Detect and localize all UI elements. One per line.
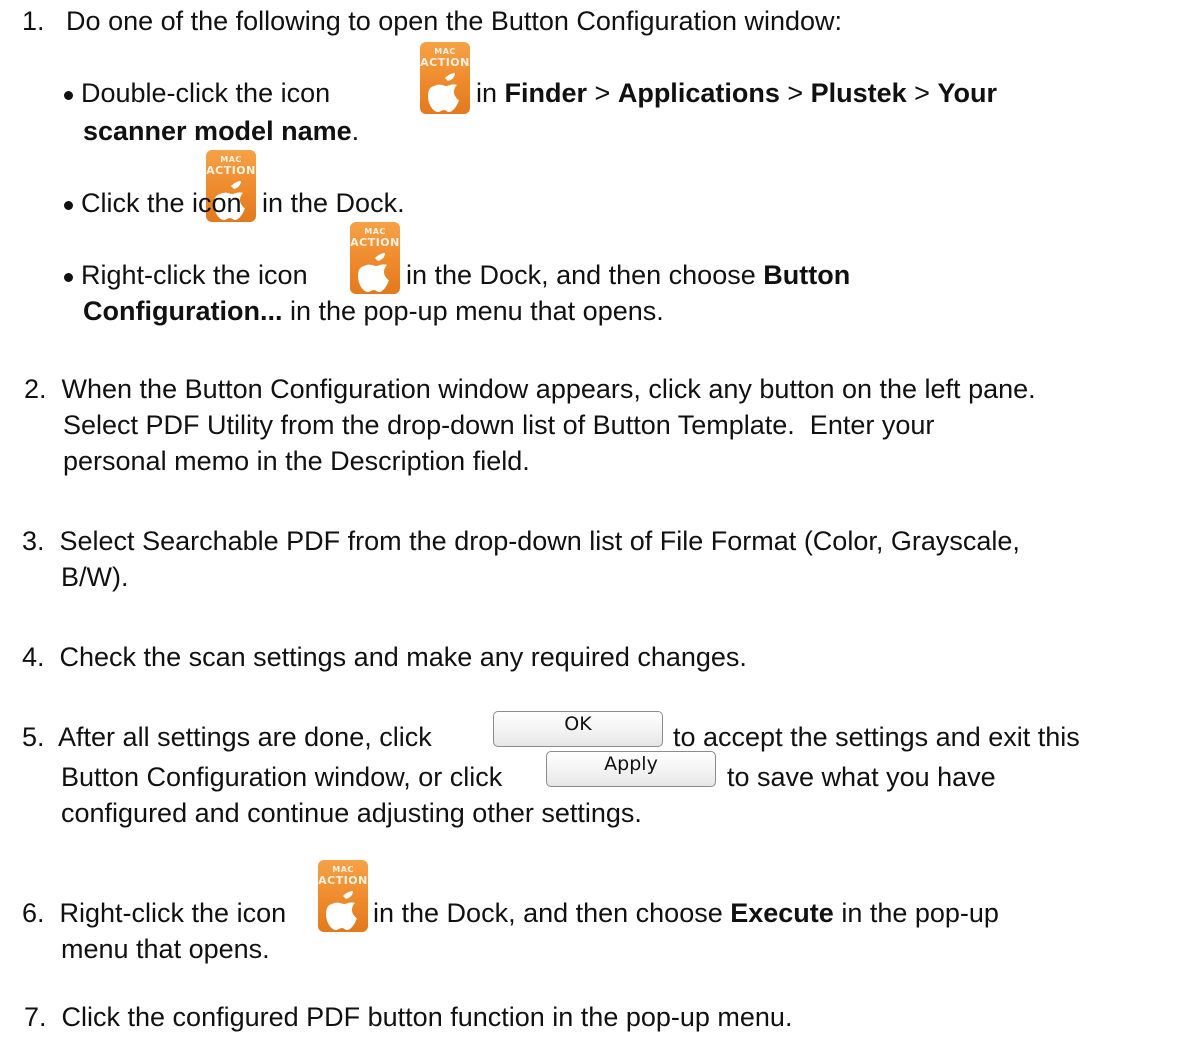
step1-bullet-3-post: in the Dock, and then choose Button (406, 258, 850, 292)
apple-glyph (428, 73, 459, 112)
step1-bullet-1: Double-click the icon (64, 76, 330, 110)
icon-label-action: ACTION (206, 164, 256, 177)
step6-execute: Execute (730, 898, 834, 928)
apple-glyph (326, 891, 357, 930)
step5-line1-pre: 5. After all settings are done, click (22, 722, 432, 752)
step6-post: in the pop-up (833, 898, 999, 928)
step1-bullet-3-cont: Configuration... in the pop-up menu that… (83, 294, 664, 328)
ok-button-label: OK (564, 713, 592, 735)
b1-in: in (476, 78, 505, 108)
b1-gt2: > (779, 78, 811, 108)
b2-pre: Click the icon (81, 188, 242, 218)
step7-line1: 7. Click the configured PDF button funct… (24, 1002, 793, 1032)
bullet-dot (64, 201, 73, 210)
b1-plustek: Plustek (810, 78, 907, 108)
bullet-dot (64, 273, 73, 282)
step3-line1: 3. Select Searchable PDF from the drop-d… (22, 526, 1020, 556)
b3-post: in the Dock, and then choose (406, 260, 764, 290)
apply-button[interactable]: Apply (546, 751, 716, 787)
apply-button-label: Apply (604, 753, 658, 775)
icon-label-action: ACTION (350, 236, 400, 249)
bullet-dot (64, 91, 73, 100)
step5-line1-post: to accept the settings and exit this (673, 722, 1080, 752)
icon-label-action: ACTION (420, 56, 470, 69)
apple-glyph (358, 253, 389, 292)
b1-gt3: > (906, 78, 938, 108)
step1-bullet-1-path: in Finder > Applications > Plustek > You… (476, 76, 997, 110)
step1-heading: 1. Do one of the following to open the B… (22, 4, 842, 38)
b3-button: Button (763, 260, 851, 290)
step4-line1: 4. Check the scan settings and make any … (22, 642, 747, 672)
ok-button[interactable]: OK (493, 711, 663, 747)
icon-label-mac: MAC (434, 47, 456, 56)
step1-bullet-3: Right-click the icon (64, 258, 308, 292)
step1-number: 1. (22, 6, 45, 36)
b1-end: . (351, 116, 360, 146)
step1-text: Do one of the following to open the Butt… (66, 6, 843, 36)
icon-label-action: ACTION (318, 874, 368, 887)
step1-bullet-2: Click the icon (64, 186, 242, 220)
b3-tail: in the pop-up menu that opens. (282, 296, 664, 326)
b2-post: in the Dock. (262, 188, 405, 218)
b1-model: scanner model name (83, 116, 352, 146)
b1-finder: Finder (504, 78, 588, 108)
b3-config: Configuration... (83, 296, 283, 326)
mac-action-icon: MAC ACTION (420, 42, 470, 114)
step5-line3: configured and continue adjusting other … (61, 798, 642, 828)
b1-applications: Applications (617, 78, 780, 108)
step6-line1-pre: 6. Right-click the icon (22, 898, 287, 928)
step5-line2-post: to save what you have (727, 762, 996, 792)
step2-line3: personal memo in the Description field. (63, 446, 530, 476)
step1-bullet-1-cont: scanner model name. (83, 114, 359, 148)
step3-line2: B/W). (61, 562, 129, 592)
step2-line1: 2. When the Button Configuration window … (24, 374, 1036, 404)
step2-line2: Select PDF Utility from the drop-down li… (63, 410, 935, 440)
icon-label-mac: MAC (220, 155, 242, 164)
mac-action-icon: MAC ACTION (350, 222, 400, 294)
step5-line2-pre: Button Configuration window, or click (61, 762, 503, 792)
b1-gt1: > (587, 78, 618, 108)
step1-bullet-2-post: in the Dock. (262, 186, 405, 220)
b1-pre: Double-click the icon (81, 78, 331, 108)
step6-mid: in the Dock, and then choose (373, 898, 731, 928)
icon-label-mac: MAC (332, 865, 354, 874)
step6-line2: menu that opens. (61, 934, 270, 964)
b3-pre: Right-click the icon (81, 260, 308, 290)
b1-your: Your (937, 78, 997, 108)
icon-label-mac: MAC (364, 227, 386, 236)
step6-line1-post: in the Dock, and then choose Execute in … (373, 896, 999, 930)
mac-action-icon: MAC ACTION (318, 860, 368, 932)
